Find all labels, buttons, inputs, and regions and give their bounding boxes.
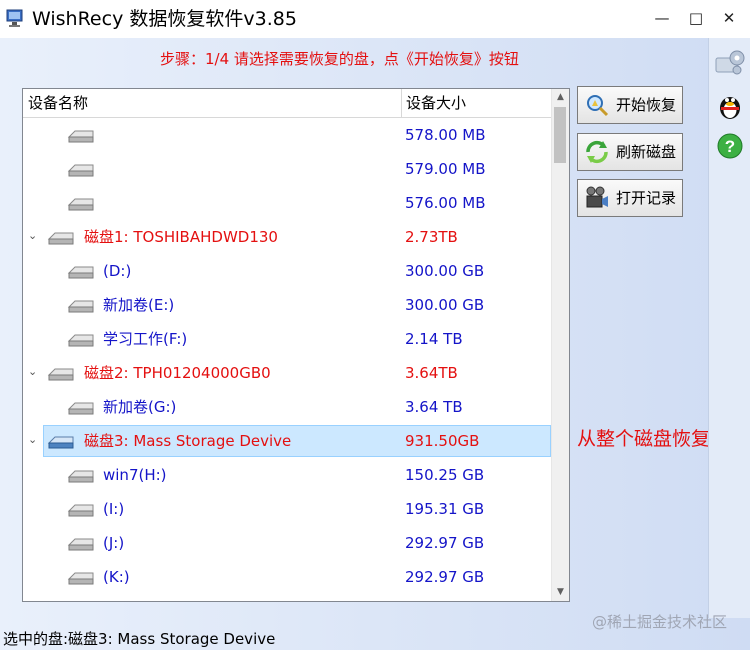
row-size: 579.00 MB	[405, 160, 486, 178]
row-size: 2.73TB	[405, 228, 458, 246]
row-name: win7(H:)	[103, 466, 167, 484]
drive-icon	[67, 572, 94, 585]
window-title: WishRecy 数据恢复软件v3.85	[32, 8, 297, 30]
app-icon	[6, 9, 23, 27]
tree-row[interactable]: 新加卷(G:) 3.64 TB	[23, 390, 551, 424]
refresh-disks-button[interactable]: 刷新磁盘	[577, 133, 683, 171]
column-device-name[interactable]: 设备名称	[28, 89, 88, 117]
refresh-icon	[586, 140, 608, 164]
tree-row[interactable]: (J:) 292.97 GB	[23, 526, 551, 560]
maximize-button[interactable]: □	[681, 6, 711, 30]
row-name: (K:)	[103, 568, 130, 586]
tree-header: 设备名称 设备大小	[23, 89, 551, 118]
row-size: 3.64 TB	[405, 398, 463, 416]
tree-row-disk[interactable]: ⌄ 磁盘1: TOSHIBAHDWD130 2.73TB	[23, 220, 551, 254]
row-name: 磁盘3: Mass Storage Devive	[84, 432, 292, 450]
row-name: 磁盘1: TOSHIBAHDWD130	[84, 228, 278, 246]
video-camera-icon	[586, 186, 608, 208]
row-size: 300.00 GB	[405, 262, 485, 280]
row-name: 磁盘2: TPH01204000GB0	[84, 364, 271, 382]
drive-icon	[67, 470, 94, 483]
tree-row-disk[interactable]: ⌄ 磁盘2: TPH01204000GB0 3.64TB	[23, 356, 551, 390]
tree-row[interactable]: 新加卷(E:) 300.00 GB	[23, 288, 551, 322]
recover-whole-disk-annotation: 从整个磁盘恢复	[577, 428, 711, 450]
minimize-button[interactable]: —	[647, 6, 677, 30]
drive-icon	[67, 164, 94, 177]
open-records-label: 打开记录	[616, 189, 677, 207]
help-question-icon[interactable]: ?	[713, 130, 747, 164]
refresh-disks-label: 刷新磁盘	[616, 143, 677, 161]
tree-row[interactable]: 578.00 MB	[23, 118, 551, 152]
scrollbar-thumb[interactable]	[554, 107, 566, 163]
row-size: 150.25 GB	[405, 466, 485, 484]
drive-icon	[67, 538, 94, 551]
drive-icon	[67, 300, 94, 313]
expand-chevron-icon[interactable]: ⌄	[28, 229, 37, 242]
expand-chevron-icon[interactable]: ⌄	[28, 433, 37, 446]
row-size: 300.00 GB	[405, 296, 485, 314]
vertical-scrollbar[interactable]: ▲ ▼	[551, 89, 569, 601]
scroll-down-arrow-icon[interactable]: ▼	[552, 584, 569, 601]
disk-icon	[47, 232, 74, 245]
magnifier-search-icon	[587, 95, 609, 117]
row-size: 3.64TB	[405, 364, 458, 382]
status-bar: 选中的盘:磁盘3: Mass Storage Devive	[3, 630, 276, 648]
tree-row[interactable]: 学习工作(F:) 2.14 TB	[23, 322, 551, 356]
open-records-button[interactable]: 打开记录	[577, 179, 683, 217]
disk-icon	[47, 436, 74, 449]
row-size: 931.50GB	[405, 432, 480, 450]
row-name: (I:)	[103, 500, 125, 518]
expand-chevron-icon[interactable]: ⌄	[28, 365, 37, 378]
device-tree[interactable]: 设备名称 设备大小 578.00 MB 579.00 MB 576.00 MB …	[22, 88, 570, 602]
row-name: 新加卷(G:)	[103, 398, 177, 416]
row-name: (D:)	[103, 262, 132, 280]
row-size: 2.14 TB	[405, 330, 463, 348]
drive-icon	[67, 402, 94, 415]
close-button[interactable]: ✕	[714, 6, 744, 30]
svg-text:?: ?	[725, 137, 735, 156]
row-name: (J:)	[103, 534, 125, 552]
row-name: 新加卷(E:)	[103, 296, 175, 314]
drive-icon	[67, 130, 94, 143]
row-size: 578.00 MB	[405, 126, 486, 144]
tree-row[interactable]: win7(H:) 150.25 GB	[23, 458, 551, 492]
disk-icon	[47, 368, 74, 381]
column-divider[interactable]	[401, 89, 402, 117]
row-size: 195.31 GB	[405, 500, 485, 518]
tree-row[interactable]: (I:) 195.31 GB	[23, 492, 551, 526]
column-device-size[interactable]: 设备大小	[406, 89, 466, 117]
drive-icon	[67, 504, 94, 517]
row-size: 576.00 MB	[405, 194, 486, 212]
drive-icon	[67, 334, 94, 347]
tree-row[interactable]: (D:) 300.00 GB	[23, 254, 551, 288]
row-name: 学习工作(F:)	[103, 330, 188, 348]
step-instruction: 步骤：1/4 请选择需要恢复的盘，点《开始恢复》按钮	[160, 50, 519, 68]
start-recovery-button[interactable]: 开始恢复	[577, 86, 683, 124]
side-toolbar: ?	[708, 38, 750, 618]
drive-icon	[67, 198, 94, 211]
tree-row[interactable]: (K:) 292.97 GB	[23, 560, 551, 594]
settings-gear-icon[interactable]	[713, 46, 747, 80]
row-size: 292.97 GB	[405, 534, 485, 552]
tree-row[interactable]: 579.00 MB	[23, 152, 551, 186]
title-bar: WishRecy 数据恢复软件v3.85 — □ ✕	[0, 0, 750, 38]
start-recovery-label: 开始恢复	[616, 96, 677, 114]
row-size: 292.97 GB	[405, 568, 485, 586]
qq-penguin-icon[interactable]	[713, 88, 747, 122]
drive-icon	[67, 266, 94, 279]
app-window: WishRecy 数据恢复软件v3.85 — □ ✕ 步骤：1/4 请选择需要恢…	[0, 0, 750, 650]
scroll-up-arrow-icon[interactable]: ▲	[552, 89, 569, 106]
tree-row[interactable]: 576.00 MB	[23, 186, 551, 220]
tree-row-disk-selected[interactable]: ⌄ 磁盘3: Mass Storage Devive 931.50GB	[23, 424, 551, 458]
